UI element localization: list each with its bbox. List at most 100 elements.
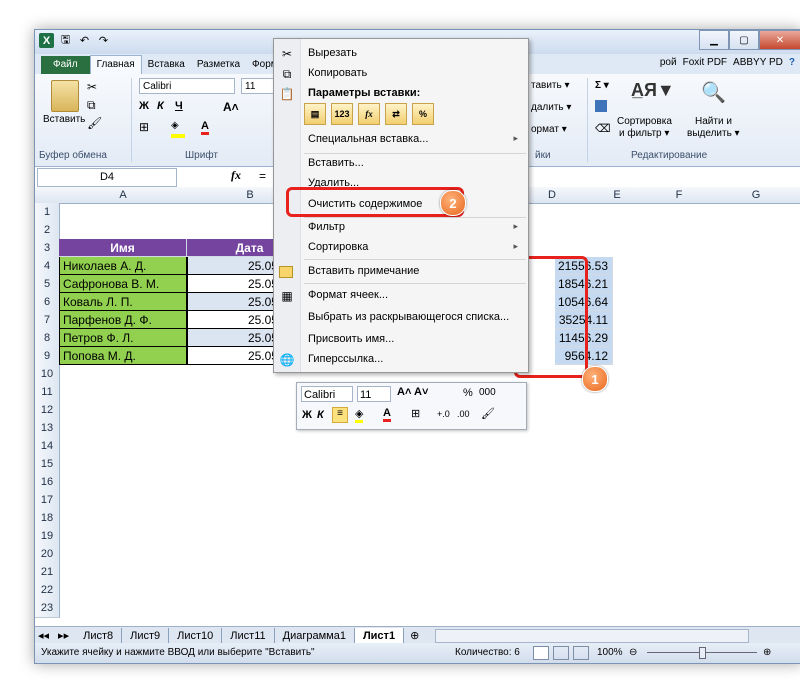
paste-button-label[interactable]: Вставить xyxy=(43,114,85,125)
mini-bold-button[interactable]: Ж xyxy=(302,409,312,421)
paste-icon[interactable]: ▤ xyxy=(304,103,326,125)
name-box[interactable]: D4 xyxy=(37,168,177,187)
sheet-tab-10[interactable]: Лист10 xyxy=(169,627,223,644)
row-header-9[interactable]: 9 xyxy=(35,347,60,366)
row-header-12[interactable]: 12 xyxy=(35,401,60,420)
paste-formulas-icon[interactable]: fx xyxy=(358,103,380,125)
col-header-f[interactable]: F xyxy=(647,187,712,204)
insert-function-icon[interactable]: fx xyxy=(231,168,241,183)
find-select-icon[interactable]: 🔍 xyxy=(701,80,726,105)
row-header-2[interactable]: 2 xyxy=(35,221,60,240)
row-header-16[interactable]: 16 xyxy=(35,473,60,492)
sort-filter-label-2[interactable]: и фильтр ▾ xyxy=(619,128,669,139)
formula-input[interactable]: = xyxy=(259,169,266,183)
menu-item-copy[interactable]: ⧉ Копировать xyxy=(274,63,528,85)
mini-align-center-icon[interactable]: ≡ xyxy=(332,407,348,423)
row-header-10[interactable]: 10 xyxy=(35,365,60,384)
sheet-nav-last-icon[interactable]: ▸▸ xyxy=(52,629,75,642)
col-header-e[interactable]: E xyxy=(587,187,648,204)
zoom-slider-thumb[interactable] xyxy=(699,647,706,659)
cell-name[interactable]: Коваль Л. П. xyxy=(59,293,187,311)
sheet-nav-first-icon[interactable]: ◂◂ xyxy=(35,629,52,642)
tab-file[interactable]: Файл xyxy=(41,56,90,74)
borders-icon[interactable]: ⊞ xyxy=(139,120,149,134)
find-select-label[interactable]: Найти и xyxy=(695,116,732,127)
menu-item-filter[interactable]: Фильтр ▸ xyxy=(274,217,528,239)
sheet-tab-11[interactable]: Лист11 xyxy=(222,627,275,644)
mini-decrease-decimal-icon[interactable]: .00 xyxy=(457,409,470,419)
row-header-18[interactable]: 18 xyxy=(35,509,60,528)
col-header-g[interactable]: G xyxy=(711,187,800,204)
row-header-13[interactable]: 13 xyxy=(35,419,60,438)
copy-icon[interactable]: ⧉ xyxy=(87,98,96,113)
fill-color-icon[interactable]: ◈ xyxy=(171,120,185,138)
sheet-tab-8[interactable]: Лист8 xyxy=(75,627,123,644)
row-header-5[interactable]: 5 xyxy=(35,275,60,294)
menu-item-cut[interactable]: ✂ Вырезать xyxy=(274,43,528,65)
zoom-in-icon[interactable]: ⊕ xyxy=(763,643,771,663)
undo-icon[interactable]: ↶ xyxy=(77,33,92,48)
tab-insert[interactable]: Вставка xyxy=(142,56,191,74)
menu-item-insert[interactable]: Вставить... xyxy=(274,153,528,175)
zoom-level[interactable]: 100% xyxy=(597,643,623,663)
table-header-name[interactable]: Имя xyxy=(59,239,187,257)
autosum-button[interactable]: Σ ▾ xyxy=(595,80,609,91)
zoom-out-icon[interactable]: ⊖ xyxy=(629,643,637,663)
sort-filter-label[interactable]: Сортировка xyxy=(617,116,672,127)
cell-name[interactable]: Парфенов Д. Ф. xyxy=(59,311,187,329)
col-header-a[interactable]: A xyxy=(59,187,188,204)
mini-font-color-icon[interactable]: A xyxy=(383,407,391,422)
mini-italic-button[interactable]: К xyxy=(317,409,324,421)
row-header-19[interactable]: 19 xyxy=(35,527,60,546)
select-all-corner[interactable] xyxy=(35,187,60,204)
italic-button[interactable]: К xyxy=(157,100,164,112)
cut-icon[interactable]: ✂ xyxy=(87,80,97,94)
grow-font-icon[interactable]: A˄ xyxy=(223,100,239,114)
delete-cells-button[interactable]: далить ▾ xyxy=(531,102,571,113)
cell-name[interactable]: Петров Ф. Л. xyxy=(59,329,187,347)
maximize-button[interactable]: ▢ xyxy=(729,30,759,50)
row-header-20[interactable]: 20 xyxy=(35,545,60,564)
format-cells-button[interactable]: ормат ▾ xyxy=(531,124,567,135)
cell-name[interactable]: Николаев А. Д. xyxy=(59,257,187,275)
normal-view-icon[interactable] xyxy=(533,646,549,660)
row-header-6[interactable]: 6 xyxy=(35,293,60,312)
page-layout-icon[interactable] xyxy=(553,646,569,660)
mini-fill-color-icon[interactable]: ◈ xyxy=(355,407,364,423)
sort-filter-icon[interactable]: A̲Я▼ xyxy=(631,80,675,101)
menu-item-define-name[interactable]: Присвоить имя... xyxy=(274,329,528,351)
bold-button[interactable]: Ж xyxy=(139,100,149,112)
insert-cells-button[interactable]: тавить ▾ xyxy=(531,80,570,91)
new-sheet-icon[interactable]: ⊕ xyxy=(404,629,425,642)
close-button[interactable]: ✕ xyxy=(759,30,800,50)
font-size-select[interactable]: 11 xyxy=(241,78,277,94)
redo-icon[interactable]: ↷ xyxy=(96,33,111,48)
row-header-4[interactable]: 4 xyxy=(35,257,60,276)
menu-item-format-cells[interactable]: ▦ Формат ячеек... xyxy=(274,285,528,307)
paste-values-icon[interactable]: 123 xyxy=(331,103,353,125)
row-header-14[interactable]: 14 xyxy=(35,437,60,456)
save-icon[interactable]: 🖫 xyxy=(58,33,73,48)
tab-layout[interactable]: Разметка xyxy=(191,56,246,74)
mini-increase-decimal-icon[interactable]: +.0 xyxy=(437,409,450,419)
clear-icon[interactable]: ⌫ xyxy=(595,122,611,135)
paste-formatting-icon[interactable]: % xyxy=(412,103,434,125)
mini-grow-font-icon[interactable]: A˄ A˅ xyxy=(397,386,428,398)
paste-icon[interactable] xyxy=(51,80,79,112)
menu-item-paste-special[interactable]: Специальная вставка... ▸ xyxy=(274,129,528,151)
minimize-button[interactable]: ▁ xyxy=(699,30,729,50)
mini-font-select[interactable]: Calibri xyxy=(301,386,353,402)
help-icon[interactable]: ? xyxy=(789,54,795,72)
tab-developer[interactable]: рой xyxy=(660,54,677,72)
tab-abbyy[interactable]: ABBYY PD xyxy=(733,54,783,72)
sheet-tab-1[interactable]: Лист1 xyxy=(354,627,405,644)
tab-home[interactable]: Главная xyxy=(89,55,142,74)
menu-item-sort[interactable]: Сортировка ▸ xyxy=(274,237,528,259)
horizontal-scrollbar[interactable] xyxy=(435,628,750,643)
paste-transpose-icon[interactable]: ⇄ xyxy=(385,103,407,125)
mini-thousands-button[interactable]: 000 xyxy=(479,387,496,398)
row-header-3[interactable]: 3 xyxy=(35,239,60,258)
mini-size-select[interactable]: 11 xyxy=(357,386,391,402)
underline-button[interactable]: Ч xyxy=(175,100,183,112)
mini-percent-button[interactable]: % xyxy=(463,387,473,399)
